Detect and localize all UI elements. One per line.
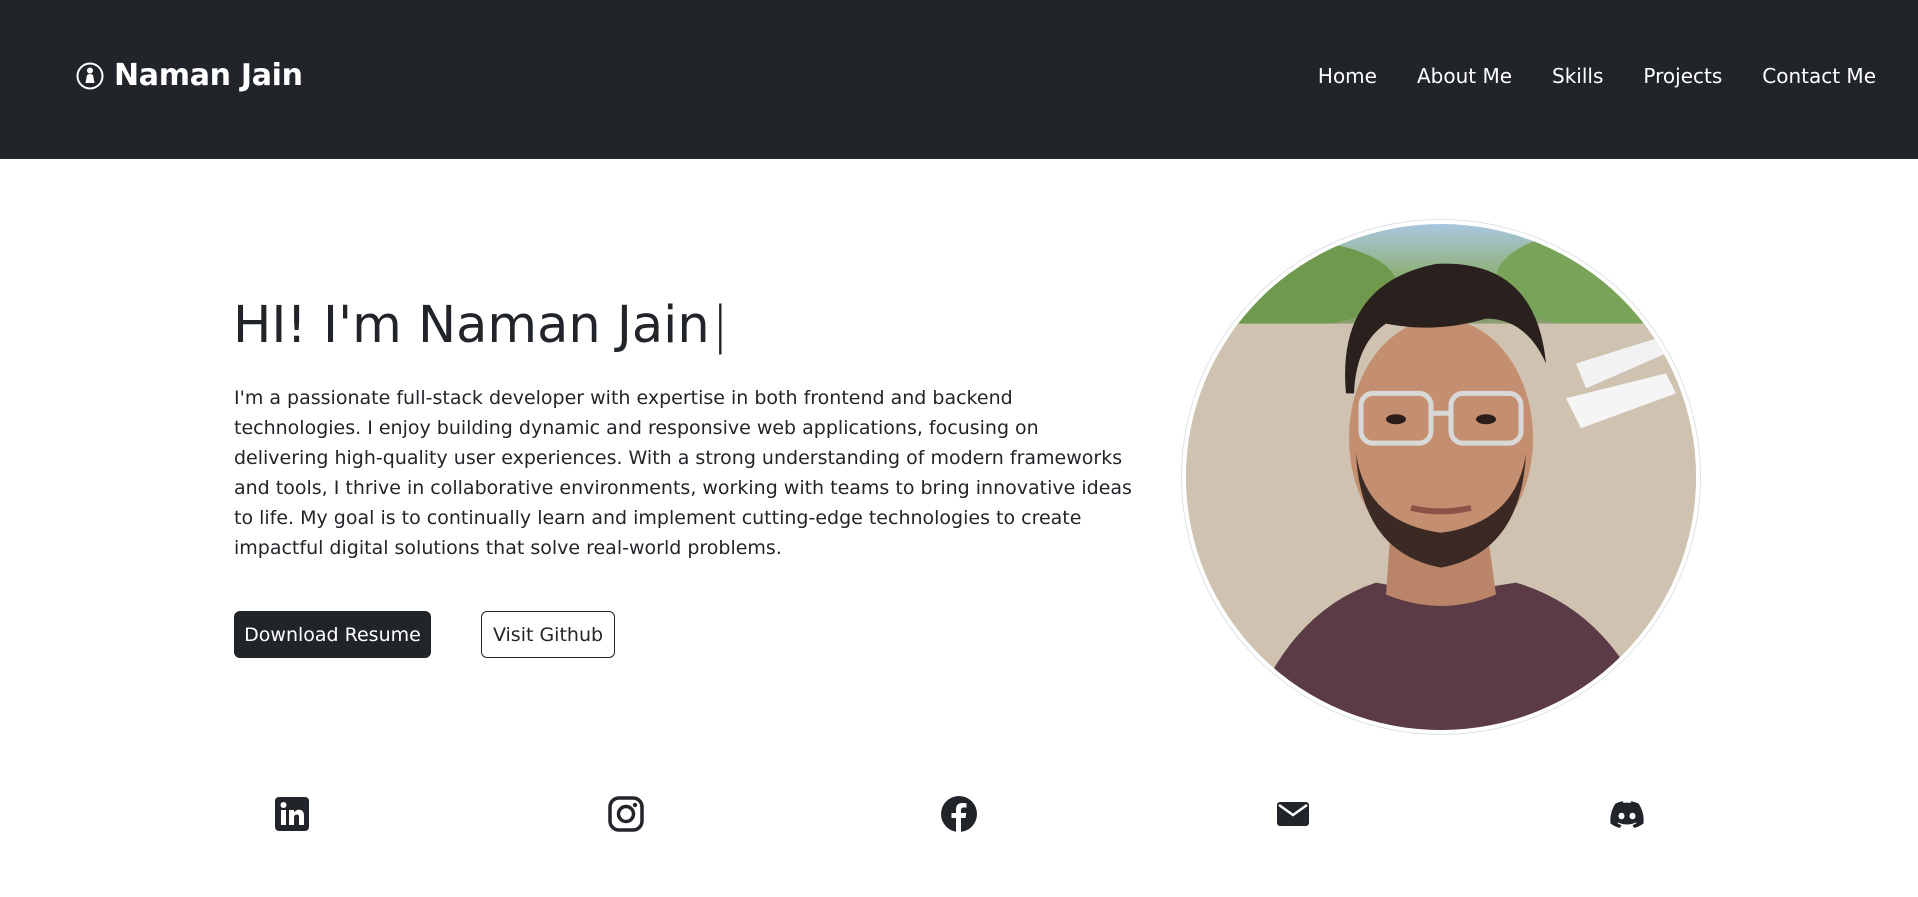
person-logo-icon (76, 62, 104, 89)
brand-name: Naman Jain (114, 58, 303, 93)
discord-icon (1610, 801, 1644, 828)
nav-link-skills[interactable]: Skills (1532, 64, 1623, 88)
linkedin-link[interactable] (273, 795, 311, 833)
instagram-link[interactable] (607, 795, 645, 833)
facebook-link[interactable] (940, 795, 978, 833)
profile-photo-illustration (1186, 228, 1696, 730)
linkedin-icon (275, 797, 309, 831)
nav-link-projects[interactable]: Projects (1623, 64, 1742, 88)
visit-github-button[interactable]: Visit Github (481, 611, 615, 658)
mail-link[interactable] (1274, 795, 1312, 833)
brand-link[interactable]: Naman Jain (76, 58, 303, 93)
typing-cursor: | (711, 296, 729, 355)
navbar: Naman Jain Home About Me Skills Projects… (0, 0, 1918, 159)
nav-link-home[interactable]: Home (1298, 64, 1397, 88)
mail-icon (1277, 802, 1309, 826)
hero-title: HI! I'm Naman Jain| (233, 296, 729, 355)
download-resume-button[interactable]: Download Resume (234, 611, 431, 658)
discord-link[interactable] (1608, 795, 1646, 833)
instagram-icon (608, 796, 644, 832)
profile-photo-frame (1181, 219, 1701, 735)
hero-description: I'm a passionate full-stack developer wi… (234, 387, 1132, 559)
nav-links: Home About Me Skills Projects Contact Me (1298, 64, 1876, 88)
profile-photo (1186, 224, 1696, 730)
hero-title-text: HI! I'm Naman Jain (233, 296, 710, 355)
nav-link-about-me[interactable]: About Me (1397, 64, 1532, 88)
facebook-icon (941, 796, 977, 832)
nav-link-contact-me[interactable]: Contact Me (1742, 64, 1876, 88)
